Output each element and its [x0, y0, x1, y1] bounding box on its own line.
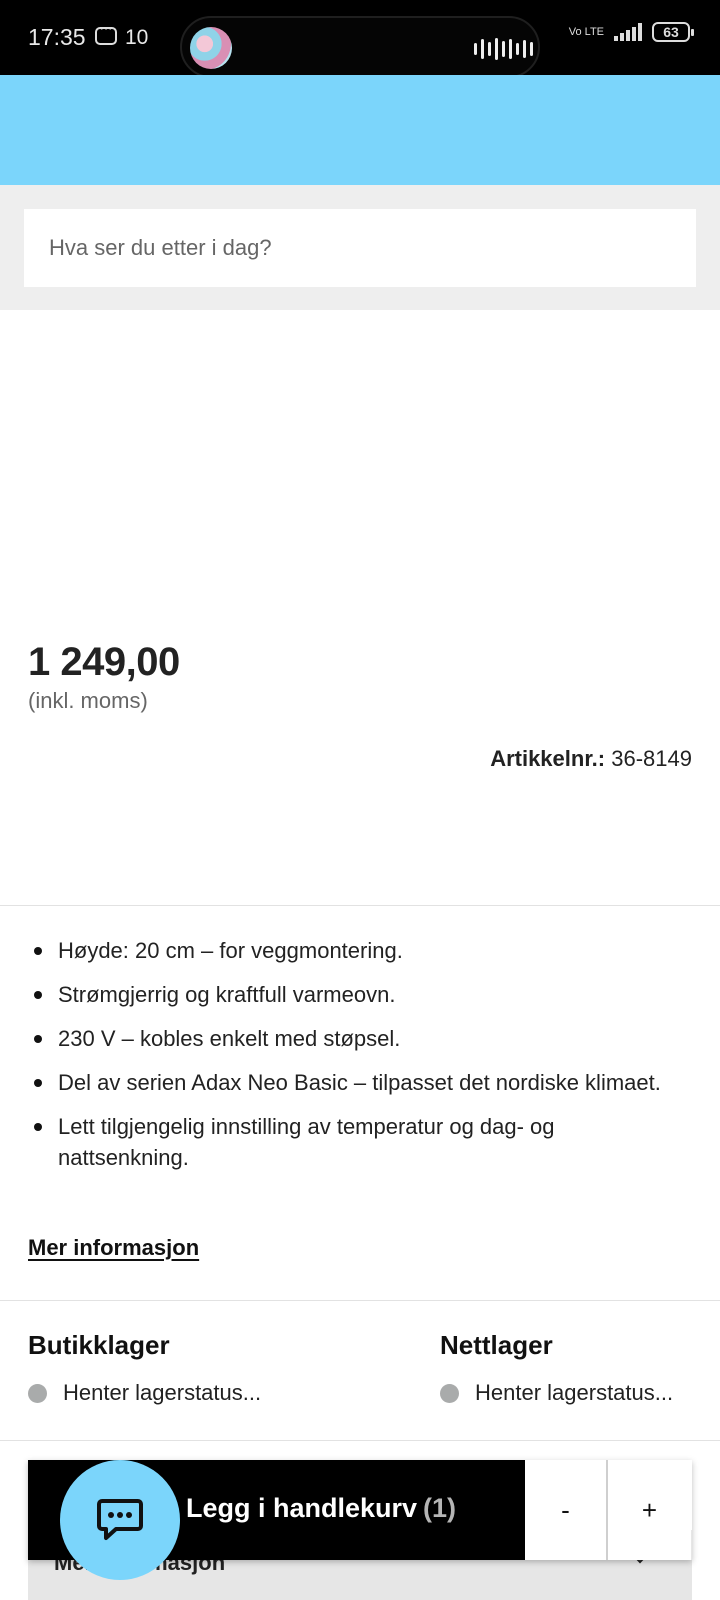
online-stock-title: Nettlager	[440, 1330, 553, 1360]
media-avatar	[190, 27, 232, 69]
store-stock-status: Henter lagerstatus...	[28, 1380, 261, 1406]
article-number-label: Artikkelnr.:	[490, 746, 606, 771]
add-to-cart-label: Legg i handlekurv (1)	[186, 1493, 456, 1524]
cart-quantity: (1)	[423, 1493, 457, 1523]
article-number: Artikkelnr.: 36-8149	[490, 746, 692, 772]
media-island[interactable]	[180, 16, 540, 78]
feature-list: Høyde: 20 cm – for veggmontering. Strømg…	[28, 935, 668, 1186]
stock-status-dot	[440, 1383, 459, 1403]
chat-button[interactable]	[60, 1460, 180, 1580]
chat-icon	[97, 1499, 143, 1540]
volte-icon: Vo LTE	[568, 25, 604, 38]
add-to-cart-text: Legg i handlekurv	[186, 1493, 418, 1523]
site-header	[0, 75, 720, 185]
store-stock-title: Butikklager	[28, 1330, 170, 1360]
store-stock-text: Henter lagerstatus...	[63, 1380, 262, 1405]
divider	[0, 905, 720, 906]
feature-item: Høyde: 20 cm – for veggmontering.	[28, 935, 668, 966]
online-stock-status: Henter lagerstatus...	[440, 1380, 673, 1406]
feature-item: Strømgjerrig og kraftfull varmeovn.	[28, 979, 668, 1010]
message-notification-icon	[95, 20, 117, 45]
feature-item: Lett tilgjengelig innstilling av tempera…	[28, 1111, 668, 1173]
divider	[0, 1300, 720, 1301]
product-price: 1 249,00	[28, 640, 180, 684]
article-number-value: 36-8149	[611, 746, 692, 771]
notification-count: 10	[125, 26, 149, 49]
online-stock-text: Henter lagerstatus...	[475, 1380, 674, 1405]
divider	[0, 1440, 720, 1441]
search-input[interactable]	[24, 209, 696, 287]
battery-icon: 63	[652, 22, 694, 42]
vat-note: (inkl. moms)	[28, 688, 148, 713]
feature-item: Del av serien Adax Neo Basic – tilpasset…	[28, 1067, 668, 1098]
feature-item: 230 V – kobles enkelt med støpsel.	[28, 1023, 668, 1054]
stock-status-dot	[28, 1383, 47, 1403]
quantity-decrease-button[interactable]: -	[525, 1460, 608, 1560]
more-info-link[interactable]: Mer informasjon	[28, 1235, 199, 1261]
search-area	[0, 185, 720, 310]
status-time: 17:35	[28, 24, 86, 50]
status-indicators: Vo LTE 63	[568, 22, 694, 42]
audio-wave-icon	[474, 38, 533, 60]
signal-icon	[614, 23, 642, 41]
status-bar: 17:35 10 Vo LTE 63	[0, 0, 720, 78]
quantity-increase-button[interactable]: +	[608, 1460, 691, 1560]
